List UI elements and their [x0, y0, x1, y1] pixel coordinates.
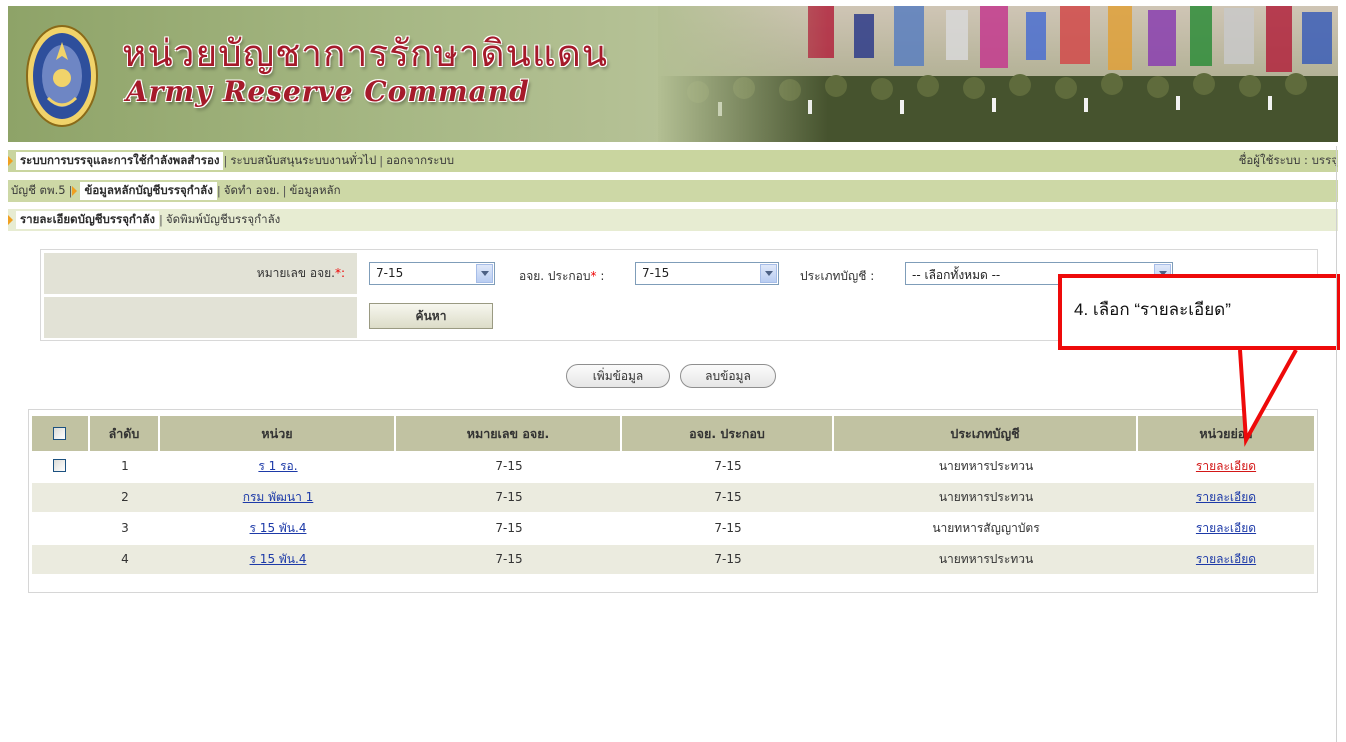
site-banner: หน่วยบัญชาการรักษาดินแดน Army Reserve Co…: [8, 6, 1338, 142]
cell-subunit: รายละเอียด: [1138, 514, 1314, 543]
delete-data-button[interactable]: ลบข้อมูล: [680, 364, 776, 388]
select-all-checkbox[interactable]: [53, 427, 66, 440]
cell-account-type: นายทหารประทวน: [938, 552, 1034, 566]
unit-link[interactable]: ร 15 พัน.4: [250, 521, 307, 535]
user-name: บรรจุ: [1311, 153, 1338, 167]
site-title-english: Army Reserve Command: [126, 75, 530, 108]
menu-item-account-details[interactable]: รายละเอียดบัญชีบรรจุกำลัง: [16, 211, 160, 229]
unit-link[interactable]: กรม พัฒนา 1: [243, 490, 314, 504]
ajy-number-label: หมายเลข อจย.*:: [256, 266, 345, 280]
cell-account-type: นายทหารประทวน: [938, 490, 1034, 504]
cell-account-type: นายทหารสัญญาบัตร: [932, 521, 1040, 535]
ajy-composition-label: อจย. ประกอบ* :: [519, 269, 605, 283]
menu-item-create-ajy[interactable]: จัดทำ อจย.: [221, 182, 283, 200]
menu-item-reserve-system[interactable]: ระบบการบรรจุและการใช้กำลังพลสำรอง: [16, 152, 224, 170]
cell-order: 3: [121, 521, 129, 535]
col-header-account-type: ประเภทบัญชี: [834, 416, 1138, 451]
cell-order: 1: [121, 459, 129, 473]
form-label-cell: หมายเลข อจย.*:: [44, 253, 357, 294]
results-table: ลำดับ หน่วย หมายเลข อจย. อจย. ประกอบ ประ…: [28, 409, 1318, 593]
menu-arrow-icon: [8, 156, 13, 166]
account-type-label: ประเภทบัญชี :: [800, 269, 875, 283]
menu-item-print-account[interactable]: จัดพิมพ์บัญชีบรรจุกำลัง: [163, 211, 283, 229]
unit-link[interactable]: ร 15 พัน.4: [250, 552, 307, 566]
col-header-ajy: หมายเลข อจย.: [396, 416, 622, 451]
cell-account-type: นายทหารประทวน: [938, 459, 1034, 473]
cell-subunit: รายละเอียด: [1138, 545, 1314, 574]
details-link[interactable]: รายละเอียด: [1196, 490, 1256, 504]
menu-arrow-icon: [72, 186, 78, 196]
cell-ajy: 7-15: [495, 459, 523, 473]
cell-subunit: รายละเอียด: [1138, 452, 1314, 481]
add-data-button[interactable]: เพิ่มข้อมูล: [566, 364, 670, 388]
col-header-order: ลำดับ: [90, 416, 160, 451]
cell-ajy-composition: 7-15: [714, 459, 742, 473]
table-row: 4 ร 15 พัน.4 7-15 7-15 นายทหารประทวน ราย…: [32, 545, 1314, 574]
menu-item-master-data[interactable]: ข้อมูลหลัก: [287, 182, 344, 200]
cell-order: 4: [121, 552, 129, 566]
instruction-callout: 4. เลือก “รายละเอียด”: [1058, 274, 1340, 350]
cell-ajy: 7-15: [495, 490, 523, 504]
third-menu-bar: รายละเอียดบัญชีบรรจุกำลัง | จัดพิมพ์บัญช…: [8, 209, 1338, 231]
select-all-header: [32, 416, 90, 451]
menu-item-support-system[interactable]: ระบบสนับสนุนระบบงานทั่วไป: [227, 152, 379, 170]
menu-arrow-icon: [8, 215, 13, 225]
cell-unit: ร 1 รอ.: [160, 452, 396, 481]
current-user: ชื่อผู้ใช้ระบบ : บรรจุ: [1239, 152, 1338, 170]
user-label: ชื่อผู้ใช้ระบบ :: [1238, 153, 1308, 167]
cell-unit: กรม พัฒนา 1: [160, 483, 396, 512]
chevron-down-icon: [760, 264, 777, 283]
table-row: 3 ร 15 พัน.4 7-15 7-15 นายทหารสัญญาบัตร …: [32, 514, 1314, 543]
cell-ajy: 7-15: [495, 521, 523, 535]
menu-item-master-account[interactable]: ข้อมูลหลักบัญชีบรรจุกำลัง: [80, 182, 217, 200]
cell-unit: ร 15 พัน.4: [160, 514, 396, 543]
cell-ajy-composition: 7-15: [714, 521, 742, 535]
col-header-ajy-composition: อจย. ประกอบ: [622, 416, 834, 451]
table-header: ลำดับ หน่วย หมายเลข อจย. อจย. ประกอบ ประ…: [32, 416, 1314, 451]
menu-item-tp5[interactable]: บัญชี ตพ.5: [8, 182, 69, 200]
cell-order: 2: [121, 490, 129, 504]
cell-ajy-composition: 7-15: [714, 490, 742, 504]
main-menu-bar: ระบบการบรรจุและการใช้กำลังพลสำรอง | ระบบ…: [8, 150, 1338, 172]
col-header-subunit: หน่วยย่อย: [1138, 416, 1314, 451]
menu-item-logout[interactable]: ออกจากระบบ: [383, 152, 457, 170]
col-header-unit: หน่วย: [160, 416, 396, 451]
army-emblem-icon: [26, 25, 98, 127]
unit-link[interactable]: ร 1 รอ.: [258, 459, 297, 473]
cell-ajy: 7-15: [495, 552, 523, 566]
ajy-composition-select[interactable]: 7-15: [635, 262, 779, 285]
cell-unit: ร 15 พัน.4: [160, 545, 396, 574]
table-row: 2 กรม พัฒนา 1 7-15 7-15 นายทหารประทวน รา…: [32, 483, 1314, 512]
sub-menu-bar: บัญชี ตพ.5 | ข้อมูลหลักบัญชีบรรจุกำลัง |…: [8, 180, 1338, 202]
scrollbar-edge: [1336, 146, 1337, 742]
details-link[interactable]: รายละเอียด: [1196, 552, 1256, 566]
cell-ajy-composition: 7-15: [714, 552, 742, 566]
details-link[interactable]: รายละเอียด: [1196, 521, 1256, 535]
row-checkbox[interactable]: [53, 459, 66, 472]
chevron-down-icon: [476, 264, 493, 283]
cell-subunit: รายละเอียด: [1138, 483, 1314, 512]
details-link[interactable]: รายละเอียด: [1196, 459, 1256, 473]
form-label-cell: [44, 297, 357, 338]
ajy-number-select[interactable]: 7-15: [369, 262, 495, 285]
search-button[interactable]: ค้นหา: [369, 303, 493, 329]
parade-photo: [658, 6, 1338, 142]
table-row: 1 ร 1 รอ. 7-15 7-15 นายทหารประทวน รายละเ…: [32, 452, 1314, 481]
